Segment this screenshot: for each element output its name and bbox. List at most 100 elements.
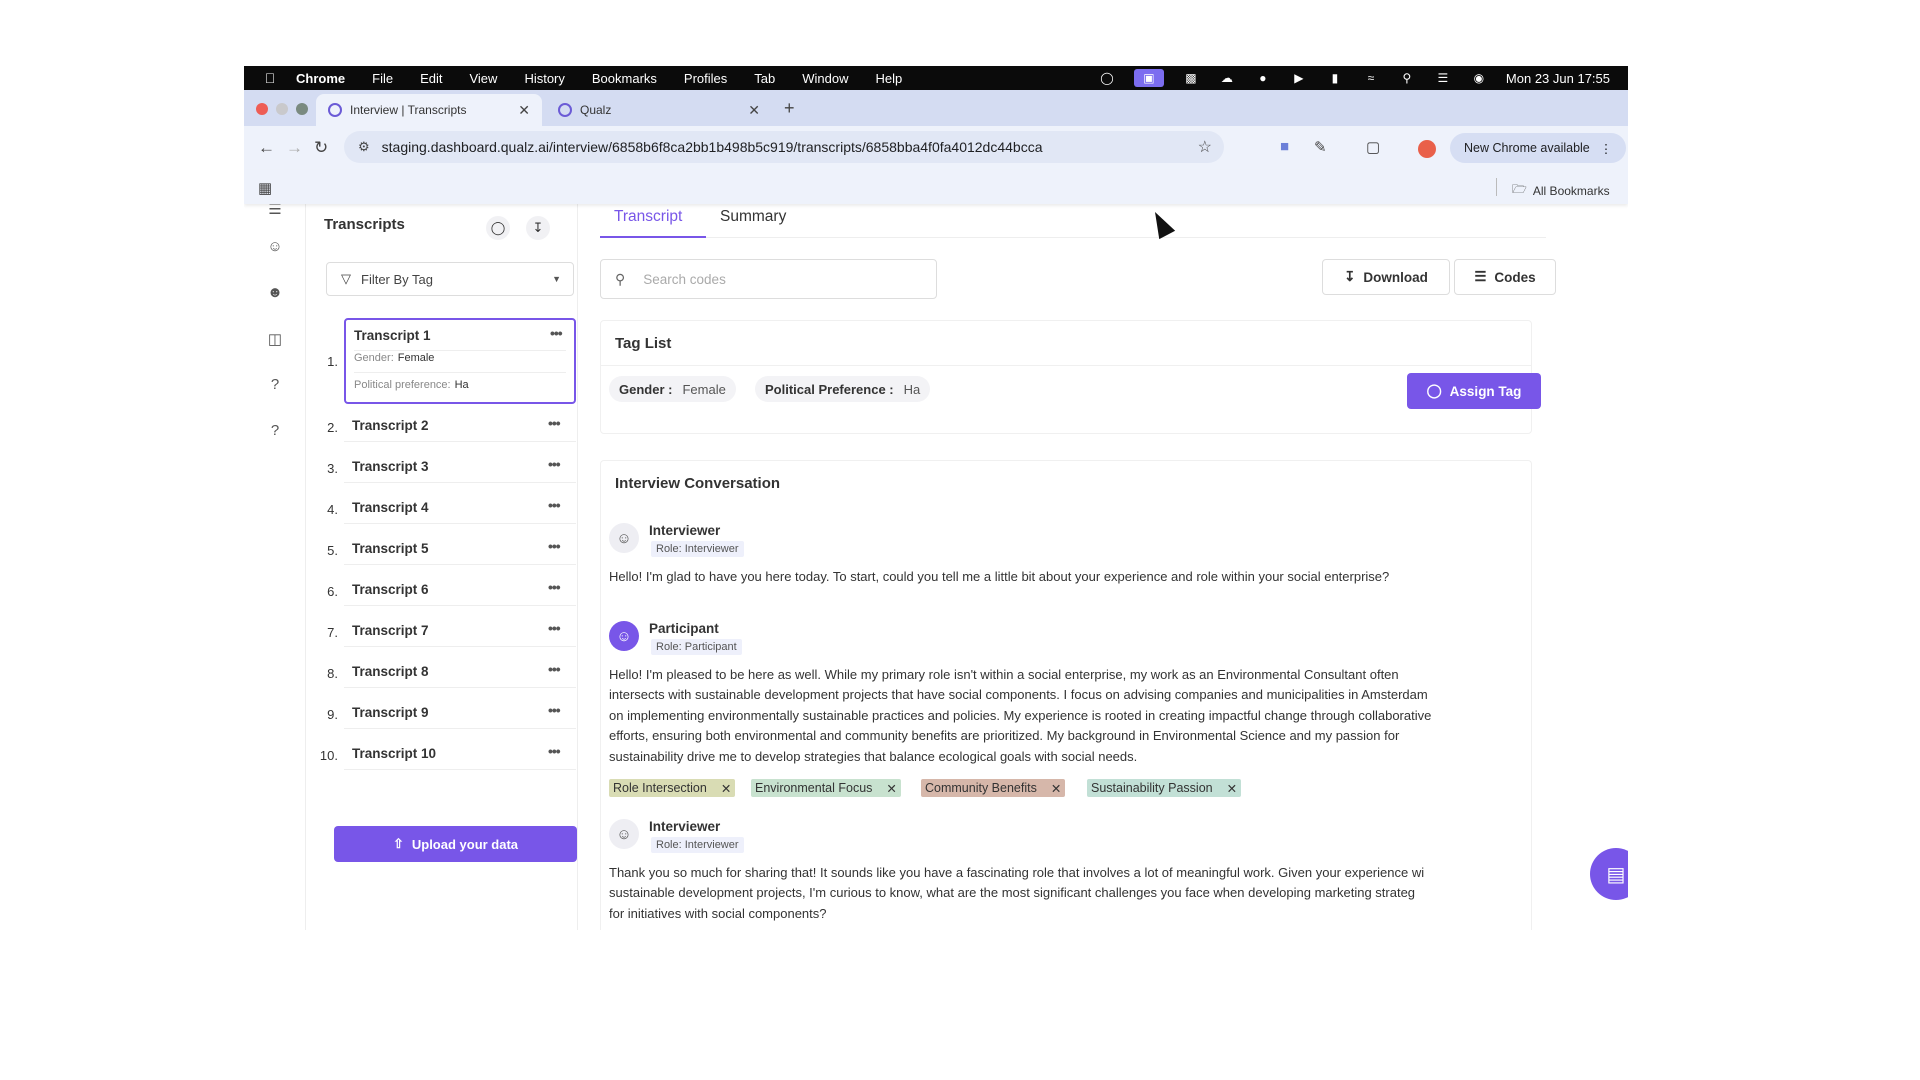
- message-text[interactable]: Thank you so much for sharing that! It s…: [609, 863, 1531, 924]
- tag-icon[interactable]: ◯: [486, 216, 510, 240]
- tab-close-icon[interactable]: ✕: [748, 102, 760, 119]
- more-options-icon[interactable]: •••: [548, 415, 561, 431]
- transcript-number: 4.: [327, 502, 338, 517]
- spotlight-search-icon[interactable]: ⚲: [1398, 71, 1416, 85]
- upload-data-button[interactable]: ⇧ Upload your data: [334, 826, 577, 862]
- transcript-card-selected[interactable]: Transcript 1 ••• Gender: Female Political…: [344, 318, 576, 404]
- transcript-item-7[interactable]: 7. Transcript 7 •••: [316, 613, 576, 647]
- extensions-puzzle-icon[interactable]: ✎: [1314, 138, 1327, 156]
- menubar-clock[interactable]: Mon 23 Jun 17:55: [1506, 71, 1610, 86]
- remove-code-icon[interactable]: ✕: [886, 781, 896, 796]
- extension-chart-icon[interactable]: ■: [1280, 138, 1289, 155]
- more-options-icon[interactable]: •••: [550, 325, 563, 341]
- new-tab-icon[interactable]: +: [784, 98, 795, 119]
- menubar-status-area: ◯ ▣ ▩ ☁ ● ▶ ▮ ≈ ⚲ ☰ ◉ Mon 23 Jun 17:55: [1098, 66, 1610, 90]
- apps-grid-icon[interactable]: ▦: [258, 179, 272, 197]
- more-options-icon[interactable]: •••: [548, 702, 561, 718]
- teams-status-icon[interactable]: ▩: [1182, 71, 1200, 85]
- transcript-item-4[interactable]: 4. Transcript 4 •••: [316, 490, 576, 524]
- mic-status-icon[interactable]: ●: [1254, 71, 1272, 85]
- transcript-item-10[interactable]: 10. Transcript 10 •••: [316, 736, 576, 770]
- menu-tab[interactable]: Tab: [754, 71, 775, 86]
- focus-status-icon[interactable]: ◯: [1098, 71, 1116, 85]
- window-minimize-button[interactable]: [276, 103, 288, 115]
- menu-bookmarks[interactable]: Bookmarks: [592, 71, 657, 86]
- reload-icon[interactable]: ↻: [314, 138, 328, 158]
- more-options-icon[interactable]: •••: [548, 661, 561, 677]
- all-bookmarks-button[interactable]: 🗁 All Bookmarks: [1512, 180, 1610, 201]
- transcript-item-3[interactable]: 3. Transcript 3 •••: [316, 449, 576, 483]
- transcript-number: 8.: [327, 666, 338, 681]
- menu-edit[interactable]: Edit: [420, 71, 442, 86]
- more-options-icon[interactable]: •••: [548, 579, 561, 595]
- code-chip-sustainability-passion[interactable]: Sustainability Passion ✕: [1087, 779, 1242, 797]
- menu-file[interactable]: File: [372, 71, 393, 86]
- menu-view[interactable]: View: [469, 71, 497, 86]
- screen-share-status-icon[interactable]: ▣: [1133, 69, 1164, 87]
- filter-by-tag-select[interactable]: ▽ Filter By Tag ▼: [326, 262, 574, 296]
- transcript-item-8[interactable]: 8. Transcript 8 •••: [316, 654, 576, 688]
- remove-code-icon[interactable]: ✕: [721, 781, 731, 796]
- battery-icon[interactable]: ▮: [1326, 71, 1344, 85]
- code-chip-community-benefits[interactable]: Community Benefits ✕: [921, 779, 1066, 797]
- wifi-icon[interactable]: ≈: [1362, 71, 1380, 85]
- menu-profiles[interactable]: Profiles: [684, 71, 727, 86]
- cloud-status-icon[interactable]: ☁: [1218, 71, 1236, 85]
- control-center-icon[interactable]: ☰: [1434, 71, 1452, 85]
- transcript-item-2[interactable]: 2. Transcript 2 •••: [316, 408, 576, 442]
- menu-help[interactable]: Help: [876, 71, 903, 86]
- tab-search-icon[interactable]: ▢: [1366, 138, 1380, 156]
- address-bar[interactable]: ⚙ staging.dashboard.qualz.ai/interview/6…: [344, 131, 1224, 163]
- users-nav-icon[interactable]: ☺: [265, 238, 285, 258]
- support-nav-icon[interactable]: ?: [265, 422, 285, 442]
- bookmark-star-icon[interactable]: ☆: [1198, 137, 1212, 157]
- window-zoom-button[interactable]: [296, 103, 308, 115]
- browser-tab-qualz[interactable]: Qualz ✕: [546, 94, 772, 126]
- site-settings-icon[interactable]: ⚙: [358, 139, 370, 155]
- forward-arrow-icon[interactable]: →: [286, 138, 303, 158]
- transcript-item-1[interactable]: 1. Transcript 1 ••• Gender: Female Politi…: [316, 318, 576, 404]
- message-text[interactable]: Hello! I'm pleased to be here as well. W…: [609, 665, 1531, 767]
- remove-code-icon[interactable]: ✕: [1227, 781, 1237, 796]
- download-button[interactable]: ↧ Download: [1322, 259, 1450, 295]
- help-nav-icon[interactable]: ?: [265, 376, 285, 396]
- tab-close-icon[interactable]: ✕: [518, 102, 530, 119]
- more-options-icon[interactable]: •••: [548, 497, 561, 513]
- profile-avatar[interactable]: [1418, 140, 1436, 158]
- more-options-icon[interactable]: •••: [548, 743, 561, 759]
- menu-history[interactable]: History: [524, 71, 564, 86]
- new-chrome-available-button[interactable]: New Chrome available ⋮: [1450, 133, 1627, 163]
- more-options-icon[interactable]: •••: [548, 538, 561, 554]
- add-user-nav-icon[interactable]: ☻: [265, 284, 285, 304]
- tab-summary[interactable]: Summary: [720, 208, 786, 226]
- transcript-item-9[interactable]: 9. Transcript 9 •••: [316, 695, 576, 729]
- more-options-icon[interactable]: •••: [548, 620, 561, 636]
- menu-app-chrome[interactable]: Chrome: [296, 71, 345, 86]
- siri-icon[interactable]: ◉: [1470, 71, 1488, 85]
- code-chip-role-intersection[interactable]: Role Intersection ✕: [609, 779, 736, 797]
- assign-tag-button[interactable]: ◯ Assign Tag: [1407, 373, 1541, 409]
- window-close-button[interactable]: [256, 103, 268, 115]
- play-status-icon[interactable]: ▶: [1290, 71, 1308, 85]
- codes-button[interactable]: ☰ Codes: [1454, 259, 1556, 295]
- tag-list-title: Tag List: [615, 335, 672, 352]
- tab-transcript[interactable]: Transcript: [614, 208, 682, 226]
- transcript-item-6[interactable]: 6. Transcript 6 •••: [316, 572, 576, 606]
- funnel-icon: ▽: [341, 271, 351, 286]
- message-text[interactable]: Hello! I'm glad to have you here today. …: [609, 567, 1531, 587]
- menu-window[interactable]: Window: [802, 71, 848, 86]
- conversation-title: Interview Conversation: [615, 475, 781, 492]
- code-chip-environmental-focus[interactable]: Environmental Focus ✕: [751, 779, 901, 797]
- more-options-icon[interactable]: •••: [548, 456, 561, 472]
- search-codes-field[interactable]: ⚲: [600, 259, 937, 299]
- chat-support-button[interactable]: ▤: [1590, 848, 1628, 900]
- download-icon[interactable]: ↧: [526, 216, 550, 240]
- search-codes-input[interactable]: [643, 271, 904, 287]
- transcript-item-5[interactable]: 5. Transcript 5 •••: [316, 531, 576, 565]
- tag-list-card: Tag List Gender : Female Political Prefe…: [600, 320, 1541, 434]
- remove-code-icon[interactable]: ✕: [1051, 781, 1061, 796]
- apple-icon[interactable]: : [262, 70, 278, 86]
- back-arrow-icon[interactable]: ←: [258, 138, 275, 158]
- browser-tab-interview-transcripts[interactable]: Interview | Transcripts ✕: [316, 94, 542, 126]
- library-nav-icon[interactable]: ◫: [265, 330, 285, 350]
